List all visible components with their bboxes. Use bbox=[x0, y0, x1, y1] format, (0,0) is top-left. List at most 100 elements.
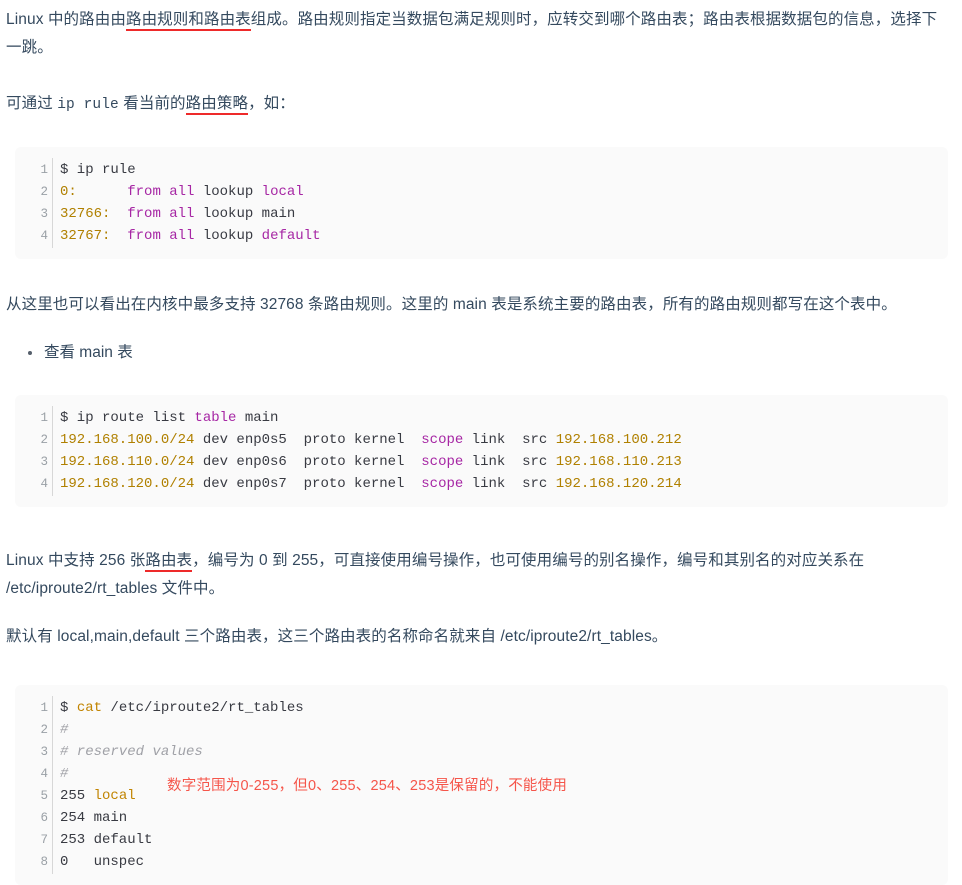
code-token: # reserved values bbox=[60, 744, 203, 760]
code-token: 253 default bbox=[60, 832, 153, 848]
code-block-ip-route-list[interactable]: 1 $ ip route list table main 2 192.168.100.… bbox=[15, 395, 948, 507]
line-number: 4 bbox=[40, 767, 48, 781]
code-token: 32767: bbox=[60, 228, 111, 244]
bullet-list-view-main: 查看 main 表 bbox=[6, 339, 944, 367]
gutter-divider bbox=[48, 850, 57, 874]
code-line: 8 0 unspec bbox=[15, 850, 948, 874]
paragraph-1-highlight: 路由规则和路由表 bbox=[125, 11, 251, 31]
code-token: $ ip rule bbox=[60, 162, 136, 178]
code-block-ip-rule[interactable]: 1 $ ip rule 2 0: from all lookup local 3 3276… bbox=[15, 147, 948, 259]
line-number: 2 bbox=[40, 723, 48, 737]
code-line-content: # reserved values bbox=[57, 741, 203, 763]
code-line: 7 253 default bbox=[15, 828, 948, 852]
code-token: 32766: bbox=[60, 206, 111, 222]
paragraph-ip-rule-intro: 可通过 ip rule 看当前的路由策略，如： bbox=[6, 90, 944, 119]
code-token: 192.168.100.212 bbox=[555, 432, 682, 448]
code-token: # bbox=[60, 766, 69, 782]
code-line-content: $ ip route list table main bbox=[57, 407, 278, 429]
code-token: lookup bbox=[194, 228, 262, 244]
paragraph-2-text-middle: 看当前的 bbox=[118, 95, 186, 112]
code-line: 3 32766: from all lookup main bbox=[15, 202, 948, 226]
code-token: # bbox=[60, 722, 69, 738]
paragraph-kernel-limit: 从这里也可以看出在内核中最多支持 32768 条路由规则。这里的 main 表是… bbox=[6, 296, 897, 313]
gutter-divider bbox=[48, 224, 57, 248]
code-token: 255 bbox=[60, 788, 94, 804]
line-number: 8 bbox=[40, 855, 48, 869]
paragraph-2-text-before: 可通过 bbox=[6, 95, 58, 112]
line-number: 1 bbox=[40, 701, 48, 715]
code-token: local bbox=[93, 788, 136, 804]
line-number: 7 bbox=[40, 833, 48, 847]
code-token: /etc/iproute2/rt_tables bbox=[102, 700, 304, 716]
code-line-content: 192.168.120.0/24 dev enp0s7 proto kernel… bbox=[57, 473, 682, 495]
code-line-content: 0: from all lookup local bbox=[57, 181, 304, 203]
code-token: 192.168.100.0/24 bbox=[60, 432, 195, 448]
code-line-content: 192.168.100.0/24 dev enp0s5 proto kernel… bbox=[57, 429, 682, 451]
line-number: 4 bbox=[40, 477, 48, 491]
line-number: 3 bbox=[40, 455, 48, 469]
code-token: from all bbox=[127, 184, 195, 200]
gutter-divider bbox=[48, 158, 57, 182]
paragraph-routing-intro: Linux 中的路由由路由规则和路由表组成。路由规则指定当数据包满足规则时，应转… bbox=[6, 6, 944, 62]
code-line-content: # bbox=[57, 719, 68, 741]
code-line-content: 255 local bbox=[57, 785, 136, 807]
gutter-divider bbox=[48, 428, 57, 452]
gutter-divider bbox=[48, 180, 57, 204]
code-token: link src bbox=[463, 476, 556, 492]
code-token: 0 unspec bbox=[60, 854, 145, 870]
code-token: 0: bbox=[60, 184, 77, 200]
gutter-divider bbox=[48, 450, 57, 474]
code-line-content: 253 default bbox=[57, 829, 152, 851]
code-line-content: 254 main bbox=[57, 807, 127, 829]
gutter-divider bbox=[48, 406, 57, 430]
code-token: link src bbox=[463, 432, 556, 448]
code-token: table bbox=[194, 410, 237, 426]
paragraph-4-highlight: 路由表 bbox=[145, 552, 193, 572]
code-token: default bbox=[261, 228, 321, 244]
line-number: 3 bbox=[40, 207, 48, 221]
line-number: 2 bbox=[40, 433, 48, 447]
line-number: 4 bbox=[40, 229, 48, 243]
code-token: $ ip route list bbox=[60, 410, 195, 426]
code-line-content: 32766: from all lookup main bbox=[57, 203, 295, 225]
code-token: dev enp0s5 proto kernel bbox=[194, 432, 422, 448]
code-token: cat bbox=[76, 700, 103, 716]
code-token: 192.168.120.0/24 bbox=[60, 476, 195, 492]
code-line-content: 32767: from all lookup default bbox=[57, 225, 320, 247]
paragraph-2-highlight: 路由策略 bbox=[185, 95, 249, 115]
red-annotation: 数字范围为0-255，但0、255、254、253是保留的，不能使用 bbox=[167, 778, 568, 794]
code-line: 2 192.168.100.0/24 dev enp0s5 proto kerne… bbox=[15, 428, 948, 452]
code-line: 6 254 main bbox=[15, 806, 948, 830]
code-token: scope bbox=[421, 476, 464, 492]
code-line: 1 $ cat /etc/iproute2/rt_tables bbox=[15, 696, 948, 720]
gutter-divider bbox=[48, 762, 57, 786]
code-line: 2 # bbox=[15, 718, 948, 742]
paragraph-256-tables: Linux 中支持 256 张路由表，编号为 0 到 255，可直接使用编号操作… bbox=[6, 547, 944, 603]
code-line-content: $ cat /etc/iproute2/rt_tables bbox=[57, 697, 304, 719]
code-block-rt-tables[interactable]: 1 $ cat /etc/iproute2/rt_tables 2 #3 # reser… bbox=[15, 685, 948, 885]
gutter-divider bbox=[48, 828, 57, 852]
code-line-content: 192.168.110.0/24 dev enp0s6 proto kernel… bbox=[57, 451, 682, 473]
paragraph-4-text-before: Linux 中支持 256 张 bbox=[6, 552, 146, 569]
code-token: from all bbox=[127, 228, 195, 244]
code-token: local bbox=[261, 184, 304, 200]
gutter-divider bbox=[48, 718, 57, 742]
gutter-divider bbox=[48, 806, 57, 830]
article-body: Linux 中的路由由路由规则和路由表组成。路由规则指定当数据包满足规则时，应转… bbox=[0, 0, 962, 885]
code-line-content: 0 unspec bbox=[57, 851, 144, 873]
code-token: scope bbox=[421, 454, 464, 470]
code-line: 4 192.168.120.0/24 dev enp0s7 proto kerne… bbox=[15, 472, 948, 496]
inline-code-ip-rule: ip rule bbox=[57, 97, 119, 113]
line-number: 6 bbox=[40, 811, 48, 825]
gutter-divider bbox=[48, 740, 57, 764]
code-token: lookup bbox=[194, 184, 262, 200]
code-token: dev enp0s6 proto kernel bbox=[194, 454, 422, 470]
gutter-divider bbox=[48, 202, 57, 226]
code-token: 192.168.110.213 bbox=[555, 454, 682, 470]
line-number: 2 bbox=[40, 185, 48, 199]
code-line: 3 192.168.110.0/24 dev enp0s6 proto kerne… bbox=[15, 450, 948, 474]
code-token: from all bbox=[127, 206, 195, 222]
gutter-divider bbox=[48, 696, 57, 720]
code-line: 1 $ ip route list table main bbox=[15, 406, 948, 430]
